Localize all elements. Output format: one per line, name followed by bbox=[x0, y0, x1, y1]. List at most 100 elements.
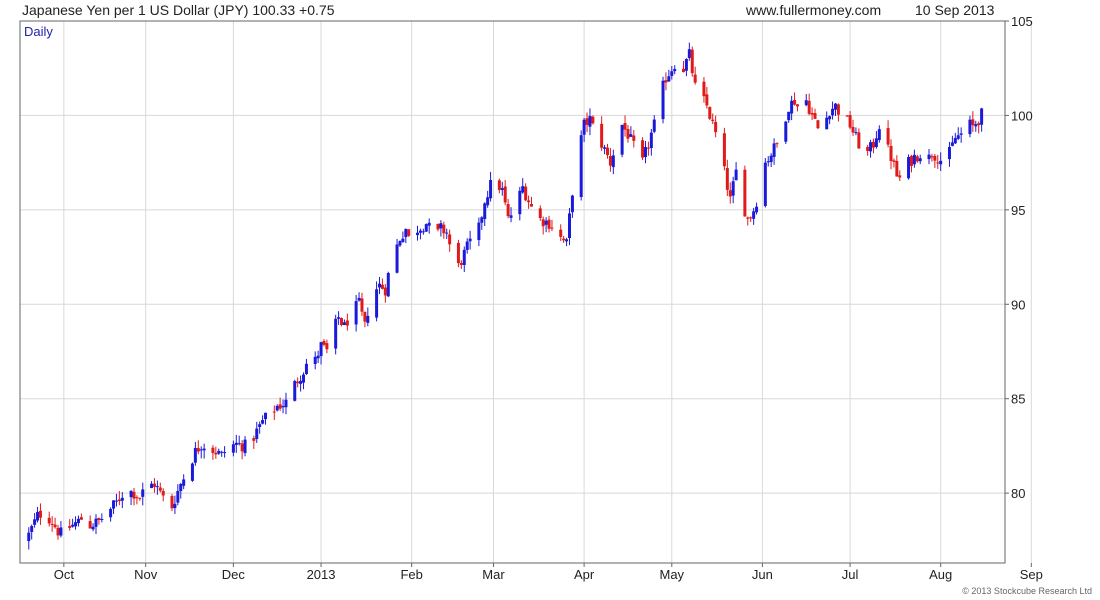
frequency-label: Daily bbox=[24, 24, 53, 39]
candle bbox=[652, 115, 656, 134]
candle-body bbox=[947, 146, 951, 160]
candle bbox=[47, 511, 51, 527]
candle bbox=[345, 313, 349, 331]
candle-body bbox=[357, 297, 361, 301]
candle bbox=[527, 195, 531, 209]
candle bbox=[319, 341, 323, 365]
candle-body bbox=[874, 138, 878, 148]
candle bbox=[889, 139, 893, 170]
candle-body bbox=[214, 452, 218, 455]
candle bbox=[296, 377, 300, 388]
candle-body bbox=[79, 517, 83, 520]
candle-body bbox=[439, 223, 443, 229]
candle bbox=[708, 106, 712, 121]
candle-body bbox=[313, 356, 317, 365]
candle-body bbox=[179, 483, 183, 492]
candle-body bbox=[421, 231, 425, 233]
candle-body bbox=[33, 519, 37, 525]
candle bbox=[74, 516, 78, 530]
candle bbox=[477, 217, 481, 247]
candle-body bbox=[845, 115, 849, 117]
candle-body bbox=[316, 355, 320, 359]
candle bbox=[465, 238, 469, 254]
candle-body bbox=[427, 222, 431, 226]
candle bbox=[828, 115, 832, 125]
candle-body bbox=[790, 100, 794, 114]
candle-body bbox=[135, 497, 139, 499]
candle bbox=[88, 515, 92, 529]
candle bbox=[895, 155, 899, 177]
candle bbox=[980, 107, 984, 132]
candle bbox=[559, 224, 563, 242]
candle bbox=[278, 397, 282, 411]
candle bbox=[220, 450, 224, 457]
candle-body bbox=[898, 175, 902, 178]
candle-body bbox=[854, 132, 858, 134]
candle-body bbox=[325, 343, 329, 350]
y-tick-label-95: 95 bbox=[1011, 203, 1025, 218]
candle-body bbox=[378, 283, 382, 288]
copyright-notice: © 2013 Stockcube Research Ltd bbox=[962, 586, 1092, 596]
candle bbox=[673, 65, 677, 75]
candle bbox=[632, 129, 636, 148]
candle bbox=[930, 153, 934, 162]
candle-body bbox=[319, 342, 323, 357]
candle-body bbox=[810, 112, 814, 115]
candle bbox=[53, 517, 57, 529]
candle bbox=[141, 482, 145, 506]
candle-body bbox=[690, 49, 694, 74]
candle-body bbox=[416, 232, 420, 236]
candle-body bbox=[68, 526, 72, 528]
candle bbox=[357, 292, 361, 302]
candle bbox=[623, 115, 627, 137]
candle bbox=[772, 138, 776, 165]
candle bbox=[518, 186, 522, 221]
candle-body bbox=[807, 100, 811, 114]
candle bbox=[787, 111, 791, 123]
candle bbox=[734, 162, 738, 181]
candle bbox=[643, 141, 647, 164]
candle-body bbox=[182, 479, 186, 486]
candle bbox=[816, 120, 820, 130]
candle-body bbox=[871, 141, 875, 148]
candle bbox=[570, 194, 574, 218]
candle bbox=[193, 442, 197, 466]
candle-body bbox=[152, 483, 156, 487]
candle-body bbox=[275, 405, 279, 411]
candle bbox=[56, 524, 60, 540]
candle-body bbox=[97, 517, 101, 520]
candle-body bbox=[831, 108, 835, 116]
x-tick-label-2013: 2013 bbox=[307, 567, 336, 582]
candle-body bbox=[56, 527, 60, 536]
x-tick-label-Feb: Feb bbox=[400, 567, 422, 582]
candle bbox=[264, 412, 268, 425]
candle-body bbox=[848, 115, 852, 128]
candle-body bbox=[652, 119, 656, 132]
candle bbox=[947, 141, 951, 167]
candle bbox=[567, 208, 571, 246]
candle-body bbox=[407, 229, 411, 236]
candle bbox=[603, 144, 607, 155]
grid-lines bbox=[20, 20, 1032, 563]
price-chart: 80 85 90 95 100 105 Oct Nov Dec 2013 Feb Mar Apr May J… bbox=[19, 14, 1043, 582]
candle-body bbox=[398, 241, 402, 246]
candle bbox=[407, 229, 411, 237]
candle bbox=[120, 492, 124, 509]
candle bbox=[667, 69, 671, 82]
candle bbox=[100, 513, 104, 523]
candle-body bbox=[626, 128, 630, 139]
candle bbox=[360, 292, 364, 316]
candle bbox=[588, 108, 592, 136]
candle bbox=[646, 141, 650, 156]
candle bbox=[825, 111, 829, 130]
candle-body bbox=[912, 154, 916, 165]
candle-body bbox=[939, 160, 943, 165]
candle-body bbox=[53, 524, 57, 528]
candle bbox=[199, 446, 203, 459]
candle bbox=[591, 115, 595, 125]
candle bbox=[50, 516, 54, 532]
candle-body bbox=[734, 169, 738, 181]
candle-body bbox=[199, 449, 203, 451]
candle-body bbox=[643, 147, 647, 158]
candle-body bbox=[293, 381, 297, 401]
